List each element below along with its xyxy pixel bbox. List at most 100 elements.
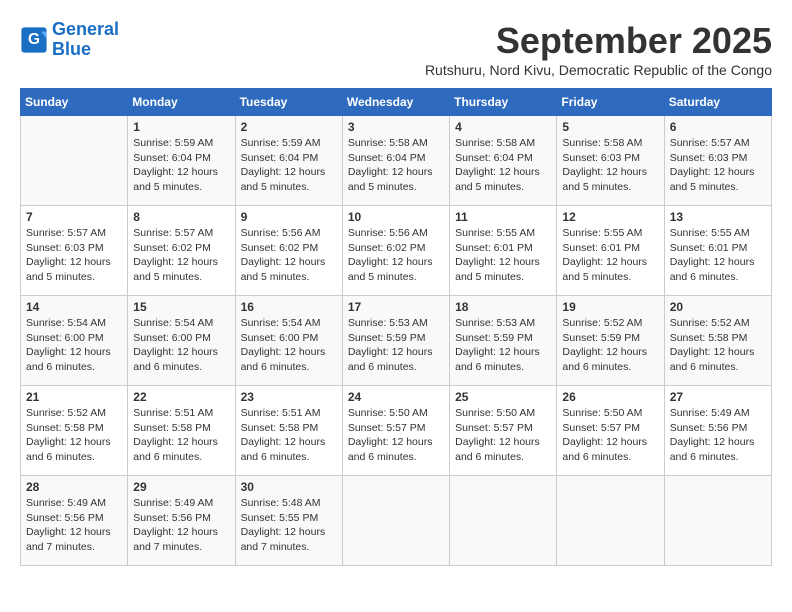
calendar-cell: 3 Sunrise: 5:58 AM Sunset: 6:04 PM Daylig… [342,116,449,206]
calendar-cell: 13 Sunrise: 5:55 AM Sunset: 6:01 PM Dayli… [664,206,771,296]
header-cell-tuesday: Tuesday [235,89,342,116]
day-number: 1 [133,120,229,134]
day-number: 28 [26,480,122,494]
day-info: Sunrise: 5:58 AM Sunset: 6:03 PM Dayligh… [562,136,658,195]
calendar-cell: 21 Sunrise: 5:52 AM Sunset: 5:58 PM Dayli… [21,386,128,476]
calendar-cell [557,476,664,566]
header-cell-friday: Friday [557,89,664,116]
week-row-3: 21 Sunrise: 5:52 AM Sunset: 5:58 PM Dayli… [21,386,772,476]
day-number: 24 [348,390,444,404]
week-row-4: 28 Sunrise: 5:49 AM Sunset: 5:56 PM Dayli… [21,476,772,566]
day-number: 15 [133,300,229,314]
day-info: Sunrise: 5:48 AM Sunset: 5:55 PM Dayligh… [241,496,337,555]
calendar-body: 1 Sunrise: 5:59 AM Sunset: 6:04 PM Daylig… [21,116,772,566]
day-info: Sunrise: 5:54 AM Sunset: 6:00 PM Dayligh… [241,316,337,375]
header-cell-sunday: Sunday [21,89,128,116]
day-info: Sunrise: 5:53 AM Sunset: 5:59 PM Dayligh… [348,316,444,375]
day-number: 20 [670,300,766,314]
calendar-cell: 6Sunrise: 5:57 AM Sunset: 6:03 PM Daylig… [664,116,771,206]
calendar-cell: 29Sunrise: 5:49 AM Sunset: 5:56 PM Dayli… [128,476,235,566]
day-number: 17 [348,300,444,314]
logo-line2: Blue [52,39,91,59]
day-number: 5 [562,120,658,134]
day-info: Sunrise: 5:54 AM Sunset: 6:00 PM Dayligh… [26,316,122,375]
day-info: Sunrise: 5:53 AM Sunset: 5:59 PM Dayligh… [455,316,551,375]
calendar-cell: 1 Sunrise: 5:59 AM Sunset: 6:04 PM Daylig… [128,116,235,206]
day-number: 14 [26,300,122,314]
day-number: 2 [241,120,337,134]
day-number: 21 [26,390,122,404]
title-block: September 2025 Rutshuru, Nord Kivu, Demo… [425,20,772,78]
calendar-cell: 5 Sunrise: 5:58 AM Sunset: 6:03 PM Daylig… [557,116,664,206]
day-info: Sunrise: 5:58 AM Sunset: 6:04 PM Dayligh… [455,136,551,195]
calendar-cell: 4 Sunrise: 5:58 AM Sunset: 6:04 PM Daylig… [450,116,557,206]
calendar-cell: 22 Sunrise: 5:51 AM Sunset: 5:58 PM Dayli… [128,386,235,476]
day-info: Sunrise: 5:55 AM Sunset: 6:01 PM Dayligh… [670,226,766,285]
day-info: Sunrise: 5:49 AM Sunset: 5:56 PM Dayligh… [133,496,229,555]
calendar-cell: 19Sunrise: 5:52 AM Sunset: 5:59 PM Dayli… [557,296,664,386]
day-number: 9 [241,210,337,224]
day-info: Sunrise: 5:59 AM Sunset: 6:04 PM Dayligh… [133,136,229,195]
subtitle: Rutshuru, Nord Kivu, Democratic Republic… [425,62,772,78]
calendar-cell: 20Sunrise: 5:52 AM Sunset: 5:58 PM Dayli… [664,296,771,386]
page-header: G General Blue September 2025 Rutshuru, … [20,20,772,78]
day-number: 4 [455,120,551,134]
logo: G General Blue [20,20,119,60]
day-number: 25 [455,390,551,404]
day-info: Sunrise: 5:50 AM Sunset: 5:57 PM Dayligh… [455,406,551,465]
calendar-cell: 28 Sunrise: 5:49 AM Sunset: 5:56 PM Dayli… [21,476,128,566]
calendar-cell: 26 Sunrise: 5:50 AM Sunset: 5:57 PM Dayli… [557,386,664,476]
day-info: Sunrise: 5:51 AM Sunset: 5:58 PM Dayligh… [133,406,229,465]
calendar-cell: 15 Sunrise: 5:54 AM Sunset: 6:00 PM Dayli… [128,296,235,386]
day-info: Sunrise: 5:49 AM Sunset: 5:56 PM Dayligh… [26,496,122,555]
day-info: Sunrise: 5:56 AM Sunset: 6:02 PM Dayligh… [348,226,444,285]
calendar-cell: 12 Sunrise: 5:55 AM Sunset: 6:01 PM Dayli… [557,206,664,296]
calendar-cell [21,116,128,206]
calendar-cell: 11Sunrise: 5:55 AM Sunset: 6:01 PM Dayli… [450,206,557,296]
week-row-2: 14 Sunrise: 5:54 AM Sunset: 6:00 PM Dayli… [21,296,772,386]
logo-line1: General [52,19,119,39]
day-info: Sunrise: 5:52 AM Sunset: 5:58 PM Dayligh… [26,406,122,465]
calendar-cell: 9 Sunrise: 5:56 AM Sunset: 6:02 PM Daylig… [235,206,342,296]
calendar-cell [664,476,771,566]
calendar-cell: 24Sunrise: 5:50 AM Sunset: 5:57 PM Dayli… [342,386,449,476]
day-info: Sunrise: 5:50 AM Sunset: 5:57 PM Dayligh… [562,406,658,465]
week-row-1: 7 Sunrise: 5:57 AM Sunset: 6:03 PM Daylig… [21,206,772,296]
day-number: 18 [455,300,551,314]
calendar-cell: 23 Sunrise: 5:51 AM Sunset: 5:58 PM Dayli… [235,386,342,476]
header-cell-thursday: Thursday [450,89,557,116]
day-info: Sunrise: 5:56 AM Sunset: 6:02 PM Dayligh… [241,226,337,285]
day-info: Sunrise: 5:51 AM Sunset: 5:58 PM Dayligh… [241,406,337,465]
calendar-cell [450,476,557,566]
header-cell-wednesday: Wednesday [342,89,449,116]
day-info: Sunrise: 5:55 AM Sunset: 6:01 PM Dayligh… [455,226,551,285]
header-row: SundayMondayTuesdayWednesdayThursdayFrid… [21,89,772,116]
day-number: 7 [26,210,122,224]
calendar-cell: 8Sunrise: 5:57 AM Sunset: 6:02 PM Daylig… [128,206,235,296]
day-number: 26 [562,390,658,404]
week-row-0: 1 Sunrise: 5:59 AM Sunset: 6:04 PM Daylig… [21,116,772,206]
day-number: 6 [670,120,766,134]
day-number: 16 [241,300,337,314]
day-info: Sunrise: 5:55 AM Sunset: 6:01 PM Dayligh… [562,226,658,285]
logo-text: General Blue [52,20,119,60]
calendar-cell: 10 Sunrise: 5:56 AM Sunset: 6:02 PM Dayli… [342,206,449,296]
day-number: 3 [348,120,444,134]
calendar-cell [342,476,449,566]
day-number: 22 [133,390,229,404]
day-number: 19 [562,300,658,314]
day-number: 10 [348,210,444,224]
header-cell-monday: Monday [128,89,235,116]
calendar-table: SundayMondayTuesdayWednesdayThursdayFrid… [20,88,772,566]
day-info: Sunrise: 5:58 AM Sunset: 6:04 PM Dayligh… [348,136,444,195]
calendar-cell: 16 Sunrise: 5:54 AM Sunset: 6:00 PM Dayli… [235,296,342,386]
day-info: Sunrise: 5:54 AM Sunset: 6:00 PM Dayligh… [133,316,229,375]
day-number: 27 [670,390,766,404]
day-number: 23 [241,390,337,404]
calendar-cell: 2Sunrise: 5:59 AM Sunset: 6:04 PM Daylig… [235,116,342,206]
calendar-header: SundayMondayTuesdayWednesdayThursdayFrid… [21,89,772,116]
day-number: 12 [562,210,658,224]
day-number: 30 [241,480,337,494]
day-number: 13 [670,210,766,224]
day-info: Sunrise: 5:57 AM Sunset: 6:03 PM Dayligh… [26,226,122,285]
